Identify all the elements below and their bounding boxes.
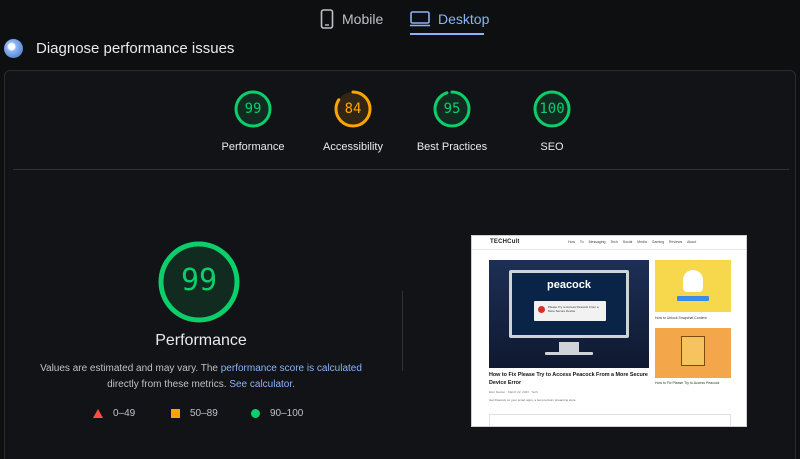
performance-title: Performance (155, 332, 247, 349)
gauge-label: Accessibility (323, 141, 383, 153)
gauge-seo[interactable]: 100 SEO (492, 89, 612, 153)
thumb-side-image-1 (655, 260, 731, 312)
thumb-headline: How to Fix Please Try to Access Peacock … (489, 372, 648, 386)
legend-average: 50–89 (171, 408, 218, 419)
thumb-monitor-stand (559, 342, 579, 352)
thumb-hero-image: peacock Please Try to Access Peacock Fro… (489, 260, 649, 368)
triangle-icon (93, 409, 103, 418)
report-card: 99 Performance 84 Accessibility 95 Best … (4, 70, 796, 459)
thumb-side-caption-2: How to Fix Please Try to Access Peacock (655, 381, 720, 385)
vertical-divider (402, 291, 403, 371)
thumb-monitor: peacock Please Try to Access Peacock Fro… (509, 270, 629, 338)
legend-range: 0–49 (113, 408, 136, 419)
thumb-navbar: TECHCult How To Messaging Tech Social Me… (472, 236, 746, 250)
thumb-side-bar (677, 296, 709, 301)
page-screenshot-thumbnail: TECHCult How To Messaging Tech Social Me… (471, 235, 747, 427)
score-legend: 0–49 50–89 90–100 (93, 408, 353, 424)
thumb-content-box (489, 414, 731, 426)
section-title: Diagnose performance issues (36, 40, 235, 57)
gauge-label: Best Practices (416, 141, 488, 153)
phone-icon (320, 9, 334, 29)
monitor-icon (410, 11, 430, 27)
see-calculator-link[interactable]: See calculator. (229, 379, 295, 390)
thumb-meta: Elon Decker · March 22, 2023 · Tech (489, 390, 538, 394)
note-text-2: directly from these metrics. (107, 379, 230, 390)
thumb-monitor-base (545, 352, 593, 355)
performance-score: 99 (180, 263, 218, 298)
error-icon (538, 306, 545, 313)
gauge-label: SEO (540, 141, 564, 153)
gauge-label: Performance (221, 141, 285, 153)
thumb-brand: peacock (546, 279, 592, 291)
tab-mobile-label: Mobile (342, 11, 384, 27)
circle-icon (251, 409, 260, 418)
performance-gauge-large: 99 (156, 239, 242, 325)
tab-mobile[interactable]: Mobile (320, 4, 383, 34)
square-icon (171, 409, 180, 418)
score-gauges: 99 Performance 84 Accessibility 95 Best … (5, 89, 797, 169)
thumb-logo: TECHCult (490, 239, 520, 245)
gauge-score: 100 (539, 101, 565, 117)
gauges-divider (13, 169, 789, 170)
thumb-dialog-text: Please Try to Access Peacock From a More… (548, 305, 599, 313)
thumb-side-image-2 (655, 328, 731, 378)
thumb-excerpt: Get Peacock on your smart apps, a few pr… (489, 398, 576, 402)
legend-range: 50–89 (190, 408, 218, 419)
note-text: Values are estimated and may vary. The (40, 363, 221, 374)
section-header: Diagnose performance issues (0, 36, 800, 62)
diagnose-icon (4, 39, 23, 58)
thumb-sign-icon (681, 336, 705, 366)
thumb-error-dialog: Please Try to Access Peacock From a More… (534, 301, 606, 321)
tab-desktop[interactable]: Desktop (410, 4, 489, 34)
legend-range: 90–100 (270, 408, 304, 419)
snapchat-ghost-icon (683, 270, 703, 292)
legend-fail: 0–49 (93, 408, 135, 419)
active-tab-indicator (410, 33, 484, 35)
tab-desktop-label: Desktop (438, 11, 490, 27)
thumb-side-caption-1: How to Unlock Snapchat Content (655, 316, 707, 320)
thumb-menu: How To Messaging Tech Social Media Gamin… (568, 240, 697, 244)
device-tabs: Mobile Desktop (0, 0, 800, 36)
legend-pass: 90–100 (251, 408, 303, 419)
estimate-note: Values are estimated and may vary. The p… (25, 361, 377, 393)
score-calculated-link[interactable]: performance score is calculated (221, 363, 362, 374)
